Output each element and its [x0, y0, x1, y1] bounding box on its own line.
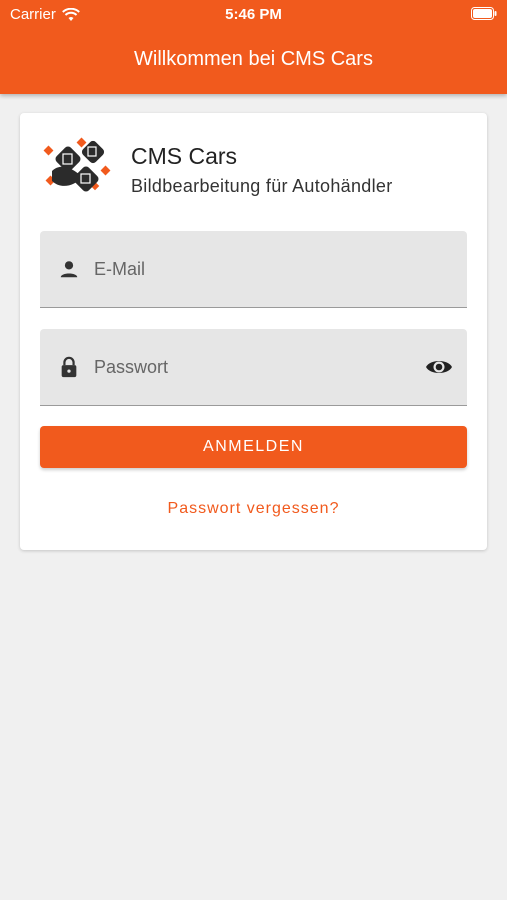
eye-icon[interactable] [425, 356, 453, 378]
login-card: CMS Cars Bildbearbeitung für Autohändler… [20, 113, 487, 550]
forgot-password-link[interactable]: Passwort vergessen? [20, 500, 487, 518]
cms-cars-logo [43, 137, 111, 192]
app-bar: Carrier 5:46 PM Willkommen bei CMS Cars [0, 0, 507, 94]
brand-name: CMS Cars [131, 143, 238, 169]
login-button[interactable]: ANMELDEN [40, 426, 467, 468]
password-label: Passwort [94, 357, 169, 377]
person-icon [60, 261, 78, 278]
email-field[interactable]: E-Mail [40, 231, 467, 308]
status-bar: Carrier 5:46 PM [0, 0, 507, 28]
status-time: 5:46 PM [225, 6, 282, 23]
battery-icon [471, 7, 497, 20]
password-field[interactable]: Passwort [40, 329, 467, 406]
email-label: E-Mail [94, 259, 146, 279]
lock-icon [61, 356, 77, 378]
page-title: Willkommen bei CMS Cars [134, 48, 373, 70]
brand-subtitle: Bildbearbeitung für Autohändler [131, 176, 393, 196]
